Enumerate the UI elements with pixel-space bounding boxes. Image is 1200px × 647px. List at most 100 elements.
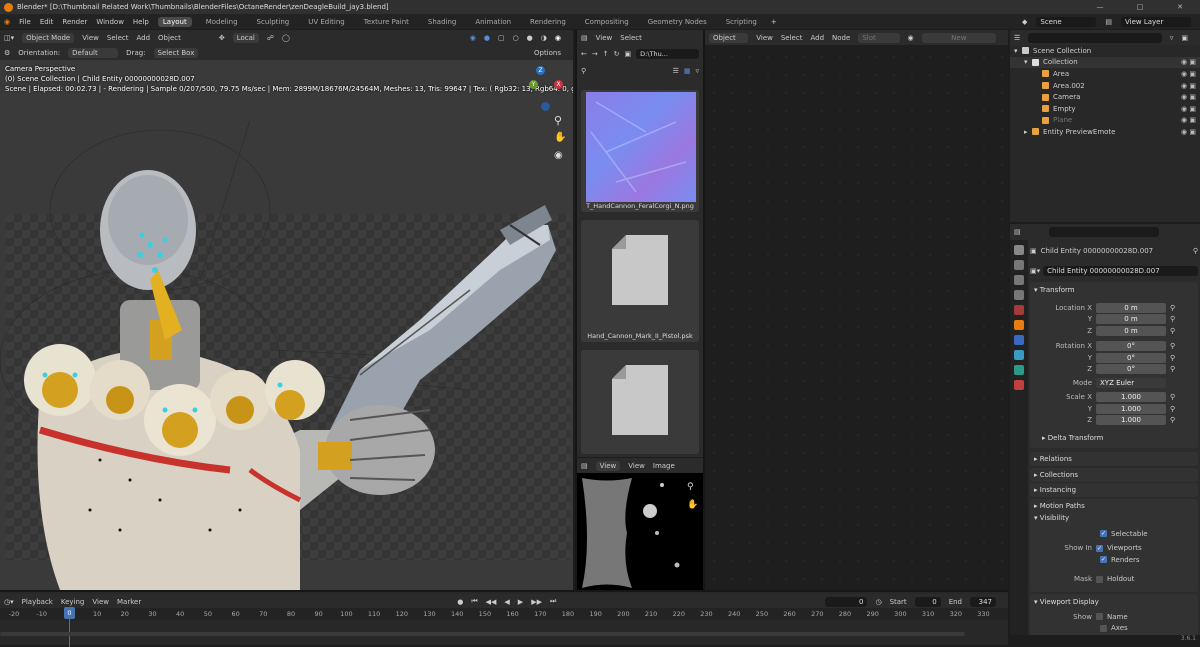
outliner-search[interactable] bbox=[1028, 32, 1162, 43]
visibility-toggle-icon[interactable]: ◉ ▣ bbox=[1181, 105, 1196, 113]
location-x-field[interactable]: 0 m bbox=[1096, 302, 1166, 313]
rotation-y-field[interactable]: 0° bbox=[1096, 352, 1166, 363]
scale-y-field[interactable]: 1.000 bbox=[1096, 403, 1166, 414]
properties-search[interactable] bbox=[1048, 226, 1159, 237]
tool-tab-icon[interactable] bbox=[1014, 245, 1024, 255]
properties-editor-icon[interactable]: ▤ bbox=[1014, 228, 1021, 236]
gizmo-x-axis[interactable]: X bbox=[554, 80, 563, 89]
render-tab-icon[interactable] bbox=[1014, 260, 1024, 270]
visibility-toggle-icon[interactable]: ◉ ▣ bbox=[1181, 82, 1196, 90]
axes-checkbox[interactable] bbox=[1100, 624, 1107, 632]
lock-icon[interactable]: ⚲ bbox=[1170, 405, 1175, 413]
rotation-z-field[interactable]: 0° bbox=[1096, 364, 1166, 375]
tab-uv-editing[interactable]: UV Editing bbox=[303, 17, 350, 27]
navigation-gizmo[interactable]: Z X Y ⚲ ✋ ◉ bbox=[528, 66, 568, 216]
image-viewer[interactable]: ▤ View View Image ⚲ ✋ bbox=[575, 458, 703, 590]
search-icon[interactable]: ⚲ bbox=[581, 67, 586, 75]
outliner-row[interactable]: Camera ◉ ▣ bbox=[1010, 91, 1200, 103]
delta-transform-header[interactable]: ▸ Delta Transform bbox=[1030, 430, 1198, 445]
outliner-editor-icon[interactable]: ☰ bbox=[1014, 34, 1020, 42]
prev-keyframe-icon[interactable]: ◀◀ bbox=[486, 598, 497, 606]
renders-checkbox[interactable]: ✓ bbox=[1100, 556, 1107, 564]
end-frame-field[interactable]: 347 bbox=[970, 596, 996, 607]
new-folder-icon[interactable]: ▣ bbox=[625, 50, 632, 58]
filter-icon[interactable]: ▿ bbox=[695, 67, 699, 75]
scale-z-field[interactable]: 1.000 bbox=[1096, 415, 1166, 426]
lock-icon[interactable]: ⚲ bbox=[1170, 354, 1175, 362]
file-item[interactable]: Hand_Cannon_Mark_II_Pistol.psk bbox=[581, 220, 699, 342]
maximize-icon[interactable]: □ bbox=[1120, 3, 1160, 11]
physics-tab-icon[interactable] bbox=[1014, 350, 1024, 360]
zoom-icon[interactable]: ⚲ bbox=[554, 114, 562, 127]
menu-file[interactable]: File bbox=[19, 18, 31, 26]
tab-scripting[interactable]: Scripting bbox=[721, 17, 762, 27]
rotation-mode-select[interactable]: XYZ Euler bbox=[1096, 377, 1166, 388]
timeline-editor-icon[interactable]: ◷▾ bbox=[4, 598, 14, 606]
back-arrow-icon[interactable]: ← bbox=[581, 50, 587, 58]
play-reverse-icon[interactable]: ◀ bbox=[504, 598, 509, 606]
image-pan-icon[interactable]: ✋ bbox=[687, 500, 698, 510]
visibility-toggle-icon[interactable]: ◉ ▣ bbox=[1181, 128, 1196, 136]
lock-icon[interactable]: ⚲ bbox=[1170, 393, 1175, 401]
jump-end-icon[interactable]: ⏭ bbox=[550, 597, 556, 606]
lock-icon[interactable]: ⚲ bbox=[1170, 327, 1175, 335]
lock-icon[interactable]: ⚲ bbox=[1170, 342, 1175, 350]
expand-arrow-icon[interactable]: ▾ bbox=[1024, 58, 1032, 66]
timeline-menu-view[interactable]: View bbox=[92, 598, 109, 606]
outliner-row[interactable]: Plane ◉ ▣ bbox=[1010, 115, 1200, 127]
visibility-toggle-icon[interactable]: ◉ ▣ bbox=[1181, 58, 1196, 66]
path-field[interactable]: D:\Thu... bbox=[636, 49, 699, 59]
expand-arrow-icon[interactable]: ▾ bbox=[1014, 47, 1022, 55]
slot-dropdown[interactable]: Slot bbox=[858, 32, 900, 43]
scene-field[interactable]: Scene bbox=[1036, 16, 1097, 27]
tab-rendering[interactable]: Rendering bbox=[525, 17, 571, 27]
tab-modeling[interactable]: Modeling bbox=[201, 17, 243, 27]
file-browser-menu-view[interactable]: View bbox=[596, 34, 613, 42]
forward-arrow-icon[interactable]: → bbox=[592, 50, 598, 58]
texture-tab-icon[interactable] bbox=[1014, 380, 1024, 390]
expand-arrow-icon[interactable]: ▸ bbox=[1024, 128, 1032, 136]
datablock-name-field[interactable]: Child Entity 00000000028D.007 bbox=[1043, 266, 1198, 276]
file-item[interactable]: T_HandCannon_FeralCorgi_N.png bbox=[581, 90, 699, 212]
menu-window[interactable]: Window bbox=[96, 18, 124, 26]
list-view-icon[interactable]: ☰ bbox=[673, 67, 679, 75]
scale-x-field[interactable]: 1.000 bbox=[1096, 392, 1166, 403]
gizmo-neg-z[interactable] bbox=[541, 102, 550, 111]
outliner-row[interactable]: Empty ◉ ▣ bbox=[1010, 103, 1200, 115]
properties-section-header[interactable]: ▸ Instancing bbox=[1030, 483, 1198, 497]
visibility-toggle-icon[interactable]: ◉ ▣ bbox=[1181, 116, 1196, 124]
selectable-checkbox[interactable]: ✓ bbox=[1100, 530, 1107, 538]
camera-view-icon[interactable]: ◉ bbox=[554, 150, 563, 161]
viewport-display-header[interactable]: ▾ Viewport Display bbox=[1030, 594, 1198, 609]
next-keyframe-icon[interactable]: ▶▶ bbox=[531, 598, 542, 606]
close-icon[interactable]: ✕ bbox=[1160, 3, 1200, 11]
file-browser-editor-icon[interactable]: ▤ bbox=[581, 34, 588, 42]
current-frame-field[interactable]: 0 bbox=[825, 596, 868, 607]
name-checkbox[interactable] bbox=[1096, 613, 1103, 621]
constraint-tab-icon[interactable] bbox=[1014, 365, 1024, 375]
timeline-menu-playback[interactable]: Playback bbox=[22, 598, 53, 606]
menu-render[interactable]: Render bbox=[62, 18, 87, 26]
image-menu-image[interactable]: Image bbox=[653, 462, 675, 470]
file-item[interactable] bbox=[581, 350, 699, 454]
tab-sculpting[interactable]: Sculpting bbox=[252, 17, 295, 27]
object-tab-icon[interactable] bbox=[1014, 320, 1024, 330]
outliner-new-collection-icon[interactable]: ▣ bbox=[1181, 34, 1188, 42]
rotation-x-field[interactable]: 0° bbox=[1096, 341, 1166, 352]
new-material-button[interactable]: New bbox=[921, 32, 996, 43]
menu-edit[interactable]: Edit bbox=[40, 18, 54, 26]
lock-icon[interactable]: ⚲ bbox=[1170, 365, 1175, 373]
lock-icon[interactable]: ⚲ bbox=[1170, 416, 1175, 424]
properties-section-header[interactable]: ▸ Relations bbox=[1030, 452, 1198, 466]
jump-start-icon[interactable]: ⏮ bbox=[471, 597, 477, 606]
grid-view-icon[interactable]: ▦ bbox=[684, 67, 691, 75]
tab-layout[interactable]: Layout bbox=[157, 16, 192, 27]
minimize-icon[interactable]: — bbox=[1080, 3, 1120, 11]
tab-compositing[interactable]: Compositing bbox=[580, 17, 634, 27]
gizmo-z-axis[interactable]: Z bbox=[536, 66, 545, 75]
datablock-browse-icon[interactable]: ▣▾ bbox=[1030, 267, 1040, 275]
viewports-checkbox[interactable]: ✓ bbox=[1096, 544, 1103, 552]
node-menu-view[interactable]: View bbox=[756, 34, 773, 42]
image-zoom-icon[interactable]: ⚲ bbox=[687, 482, 694, 492]
modifier-tab-icon[interactable] bbox=[1014, 335, 1024, 345]
